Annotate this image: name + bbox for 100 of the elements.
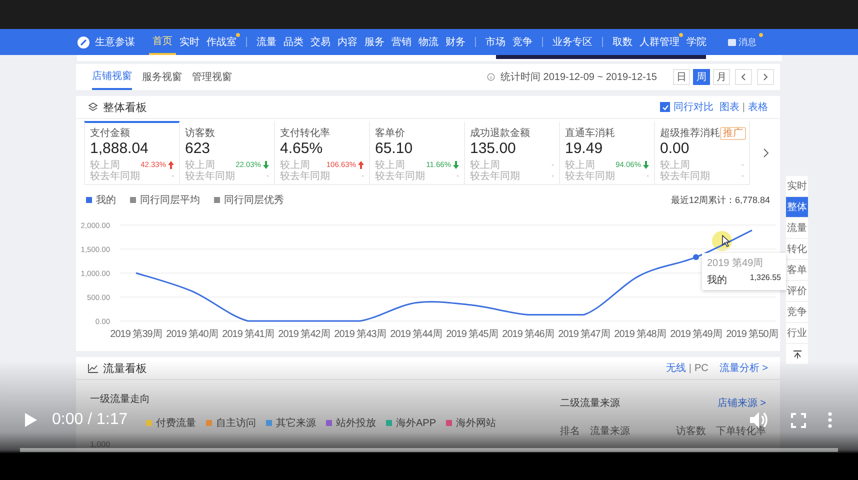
period-button[interactable]: 周 (693, 69, 710, 85)
view-link[interactable]: 表格 (748, 100, 768, 114)
separator: | (688, 362, 692, 374)
tooltip-label: 我的 (707, 274, 727, 287)
play-icon[interactable] (24, 412, 38, 428)
card-title: 整体看板 (103, 100, 147, 114)
x-tick-label: 2019 第40周 (166, 329, 218, 340)
x-tick-label: 2019 第43周 (334, 329, 386, 340)
comparison-label: 较去年同期 (470, 170, 520, 182)
side-nav-item[interactable]: 整体 (786, 197, 808, 218)
metric-label: 支付转化率 (280, 126, 330, 140)
message-link[interactable]: 消息 (724, 29, 762, 55)
x-tick-label: 2019 第44周 (390, 329, 442, 340)
comparison-label: 较去年同期 (185, 170, 235, 182)
comparison-label: 较去年同期 (280, 170, 330, 182)
nav-tab[interactable]: 财务 (442, 29, 469, 55)
tooltip-value: 1,326.55 (750, 273, 781, 284)
fullscreen-icon[interactable] (791, 412, 806, 428)
chevron-right-icon (763, 73, 768, 81)
x-tick-label: 2019 第48周 (614, 329, 666, 340)
x-tick-label: 2019 第45周 (446, 329, 498, 340)
nav-tab[interactable]: 营销 (388, 29, 415, 55)
device-link[interactable]: PC (694, 362, 708, 374)
view-tab[interactable]: 服务视窗 (142, 64, 182, 90)
metric-value: 135.00 (470, 140, 517, 157)
nav-tab[interactable]: 学院 (683, 29, 710, 55)
metric-label: 超级推荐消耗 (660, 126, 720, 140)
nav-tab[interactable]: 流量 (253, 29, 280, 55)
nav-tab[interactable]: 业务专区 (549, 29, 596, 55)
side-nav-item[interactable]: 行业 (786, 323, 808, 344)
column-header: 流量来源 (590, 424, 630, 438)
legend-label[interactable]: 站外投放 (336, 416, 376, 430)
period-button[interactable]: 月 (713, 69, 730, 85)
side-nav-item[interactable]: 流量 (786, 218, 808, 239)
nav-tab[interactable]: 交易 (307, 29, 334, 55)
nav-tab[interactable]: 内容 (334, 29, 361, 55)
nav-tab[interactable]: 作战室 (203, 29, 240, 55)
comparison-label: 较上周 (470, 158, 500, 170)
analysis-link[interactable]: 流量分析 > (719, 361, 768, 375)
message-icon (728, 38, 736, 46)
playback-time: 0:00 / 1:17 (52, 411, 128, 429)
stat-period-text: 统计时间 2019-12-09 ~ 2019-12-15 (500, 70, 657, 84)
view-tab[interactable]: 管理视窗 (192, 64, 232, 90)
x-tick-label: 2019 第42周 (278, 329, 330, 340)
checkmark-icon (662, 104, 669, 110)
metric-label: 支付金额 (90, 126, 130, 140)
shop-source-link[interactable]: 店铺来源 > (717, 396, 766, 410)
device-link[interactable]: 无线 (666, 361, 686, 375)
view-tab[interactable]: 店铺视窗 (92, 64, 132, 90)
column-header: 排名 (560, 424, 580, 438)
legend-label[interactable]: 同行同层平均 (140, 193, 200, 207)
metric-value: 65.10 (375, 140, 414, 157)
side-nav-item[interactable]: 评价 (786, 281, 808, 302)
legend-label[interactable]: 海外网站 (456, 416, 496, 430)
view-link[interactable]: 图表 (719, 100, 740, 114)
legend-label[interactable]: 海外APP (396, 416, 436, 430)
chevron-right-icon[interactable] (763, 148, 769, 158)
layers-icon (88, 102, 98, 112)
card-title: 流量看板 (103, 362, 147, 376)
nav-tab[interactable]: 人群管理 (636, 29, 683, 55)
x-tick-label: 2019 第41周 (222, 329, 274, 340)
side-nav-item[interactable]: 客单 (786, 260, 808, 281)
metric-label: 成功退款金额 (470, 126, 530, 140)
total-text: 最近12周累计：6,778.84 (670, 194, 770, 206)
metric-label: 直通车消耗 (565, 126, 615, 140)
nav-tab[interactable]: 品类 (280, 29, 307, 55)
column-header: 下单转化率 (716, 424, 766, 438)
comparison-label: 较上周 (375, 158, 405, 170)
metric-value: 19.49 (565, 140, 604, 157)
previous-button[interactable] (735, 69, 752, 85)
side-nav-item[interactable]: 竞争 (786, 302, 808, 323)
nav-tab[interactable]: 取数 (609, 29, 636, 55)
nav-tab[interactable]: 物流 (415, 29, 442, 55)
side-nav-item[interactable]: 转化 (786, 239, 808, 260)
nav-tab[interactable]: 竞争 (509, 29, 536, 55)
legend-label[interactable]: 我的 (96, 193, 116, 207)
nav-tab[interactable]: 实时 (176, 29, 203, 55)
back-to-top-button[interactable] (786, 344, 808, 365)
nav-tab[interactable]: 市场 (482, 29, 509, 55)
legend-label[interactable]: 同行同层优秀 (224, 193, 284, 207)
nav-tab[interactable]: 服务 (361, 29, 388, 55)
chevron-left-icon (741, 73, 746, 81)
legend-label[interactable]: 付费流量 (156, 416, 196, 430)
x-tick-label: 2019 第47周 (558, 329, 610, 340)
x-tick-label: 2019 第49周 (670, 329, 722, 340)
legend-label[interactable]: 自主访问 (216, 416, 256, 430)
column-header: 访客数 (676, 424, 706, 438)
side-nav-item[interactable]: 实时 (786, 176, 808, 197)
comparison-label: 较去年同期 (90, 170, 140, 182)
next-button[interactable] (757, 69, 774, 85)
period-button[interactable]: 日 (673, 69, 690, 85)
more-icon[interactable] (828, 412, 832, 428)
metric-value: 1,888.04 (90, 140, 150, 157)
metric-value: 0.00 (660, 140, 690, 157)
section-title: 二级流量来源 (560, 396, 620, 410)
metric-value: 623 (185, 140, 212, 157)
legend-label[interactable]: 其它来源 (276, 416, 316, 430)
comparison-label: 较上周 (660, 158, 690, 170)
compare-checkbox[interactable]: 同行对比 (660, 100, 714, 114)
comparison-label: 较去年同期 (660, 170, 710, 182)
